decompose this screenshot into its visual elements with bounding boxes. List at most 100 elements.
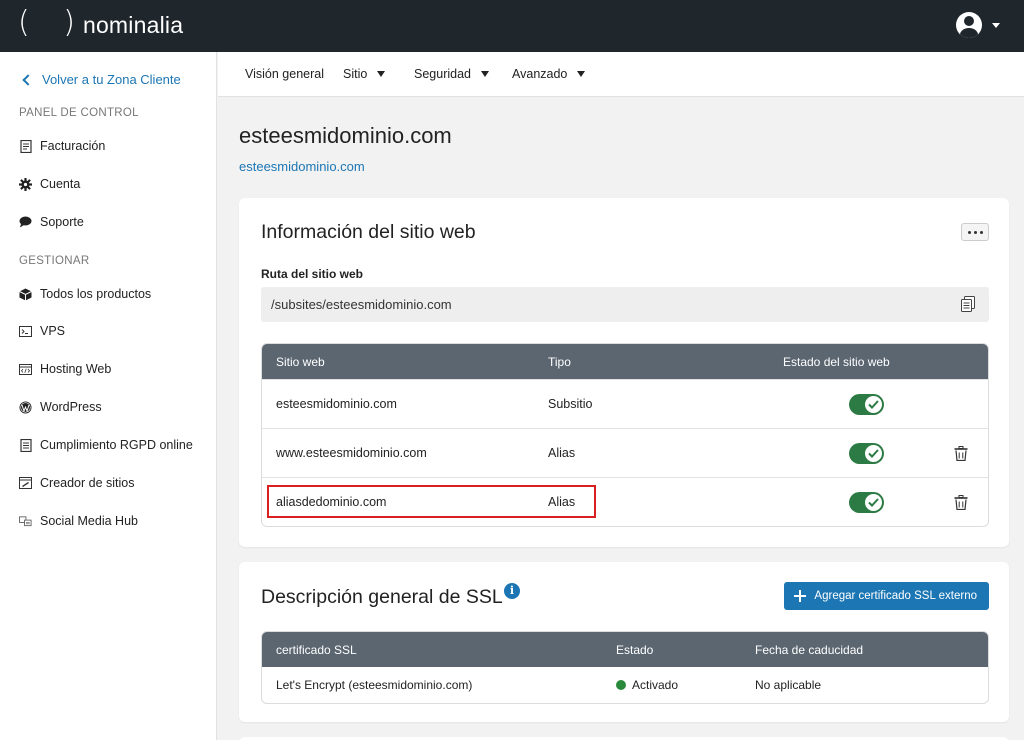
site-name: www.esteesmidominio.com bbox=[276, 446, 427, 460]
ssl-card: Descripción general de SSL i Agregar cer… bbox=[239, 562, 1009, 722]
sidebar-item-label: Soporte bbox=[40, 215, 84, 229]
tab-sitio[interactable]: Sitio bbox=[343, 67, 386, 81]
logo-text: nominalia bbox=[82, 11, 184, 38]
certificate-name: Let's Encrypt (esteesmidominio.com) bbox=[276, 678, 473, 692]
caret-down-icon bbox=[377, 71, 386, 77]
dot-icon bbox=[973, 230, 977, 234]
trash-icon[interactable] bbox=[954, 446, 968, 462]
code-window-icon bbox=[19, 363, 32, 376]
chevron-down-icon bbox=[992, 22, 1000, 28]
add-external-ssl-button[interactable]: Agregar certificado SSL externo bbox=[784, 582, 989, 610]
column-header-site: Sitio web bbox=[276, 355, 325, 369]
site-path-value: /subsites/esteesmidominio.com bbox=[271, 297, 452, 312]
more-options-button[interactable] bbox=[961, 223, 989, 241]
sidebar-item-label: Cumplimiento RGPD online bbox=[40, 438, 193, 452]
sidebar-item-wordpress[interactable]: WordPress bbox=[19, 397, 102, 417]
table-row: www.esteesmidominio.com Alias bbox=[262, 428, 988, 477]
site-type: Subsitio bbox=[548, 397, 593, 411]
wordpress-icon bbox=[19, 401, 32, 414]
column-header-status: Estado bbox=[616, 643, 654, 657]
document-icon bbox=[19, 438, 32, 452]
site-status-toggle[interactable] bbox=[849, 394, 884, 415]
tab-label: Visión general bbox=[245, 67, 324, 81]
sidebar-item-label: WordPress bbox=[40, 400, 102, 414]
user-menu-button[interactable] bbox=[956, 12, 1000, 38]
check-icon bbox=[865, 494, 882, 511]
chevron-left-icon bbox=[22, 73, 34, 86]
sidebar-item-social-media-hub[interactable]: Social Media Hub bbox=[19, 511, 138, 531]
back-to-client-zone-link[interactable]: Volver a tu Zona Cliente bbox=[20, 72, 181, 87]
status-label: Activado bbox=[632, 678, 679, 692]
ssl-title: Descripción general de SSL bbox=[261, 586, 503, 608]
tab-vision-general[interactable]: Visión general bbox=[245, 67, 324, 81]
caret-down-icon bbox=[481, 71, 489, 77]
site-type: Alias bbox=[548, 446, 576, 460]
site-info-title: Información del sitio web bbox=[261, 221, 476, 243]
status-dot-icon bbox=[616, 680, 626, 690]
section-nav-bar: Visión general Sitio Seguridad Avanzado bbox=[218, 52, 1024, 97]
table-header: certificado SSL Estado Fecha de caducida… bbox=[262, 632, 988, 667]
nominalia-logo[interactable]: ( ) nominalia bbox=[18, 8, 183, 42]
sidebar-item-label: Social Media Hub bbox=[40, 514, 138, 528]
tab-label: Seguridad bbox=[414, 67, 471, 81]
certificate-expiry: No aplicable bbox=[755, 678, 822, 692]
section-panel-de-control: PANEL DE CONTROL bbox=[19, 107, 139, 119]
section-gestionar: GESTIONAR bbox=[19, 255, 90, 267]
tab-label: Avanzado bbox=[512, 67, 568, 81]
sidebar-item-label: Cuenta bbox=[40, 177, 81, 191]
sidebar-item-label: Creador de sitios bbox=[40, 476, 135, 490]
sidebar-item-label: Facturación bbox=[40, 139, 106, 153]
column-header-expiry: Fecha de caducidad bbox=[755, 643, 864, 657]
site-path-label: Ruta del sitio web bbox=[261, 267, 364, 281]
site-name: esteesmidominio.com bbox=[276, 397, 397, 411]
column-header-type: Tipo bbox=[548, 355, 571, 369]
back-link-label: Volver a tu Zona Cliente bbox=[42, 72, 181, 87]
plus-icon bbox=[794, 590, 807, 602]
sidebar-item-cumplimiento-rgpd[interactable]: Cumplimiento RGPD online bbox=[19, 435, 193, 455]
site-status-toggle[interactable] bbox=[849, 443, 884, 464]
sites-table: Sitio web Tipo Estado del sitio web este… bbox=[261, 343, 989, 527]
check-icon bbox=[865, 396, 882, 413]
site-builder-icon bbox=[19, 477, 32, 490]
sidebar-item-cuenta[interactable]: Cuenta bbox=[19, 174, 80, 194]
table-row: esteesmidominio.com Subsitio bbox=[262, 379, 988, 428]
tab-avanzado[interactable]: Avanzado bbox=[512, 67, 586, 81]
sidebar: Volver a tu Zona Cliente PANEL DE CONTRO… bbox=[0, 52, 217, 740]
sidebar-item-label: Todos los productos bbox=[40, 287, 152, 301]
page-title: esteesmidominio.com bbox=[239, 123, 452, 148]
table-row: Let's Encrypt (esteesmidominio.com) Acti… bbox=[262, 667, 988, 703]
sidebar-item-label: VPS bbox=[40, 324, 66, 338]
info-icon[interactable]: i bbox=[504, 583, 520, 599]
domain-link[interactable]: esteesmidominio.com bbox=[239, 159, 365, 174]
logo-mark: ( ) bbox=[18, 5, 87, 40]
ssl-table: certificado SSL Estado Fecha de caducida… bbox=[261, 631, 989, 704]
box-icon bbox=[19, 288, 32, 301]
dot-icon bbox=[967, 230, 971, 234]
dot-icon bbox=[979, 230, 983, 234]
sidebar-item-soporte[interactable]: Soporte bbox=[19, 212, 84, 232]
trash-icon[interactable] bbox=[954, 495, 968, 511]
chat-bubble-icon bbox=[19, 216, 32, 229]
gear-icon bbox=[19, 177, 32, 191]
site-status-toggle[interactable] bbox=[849, 492, 884, 513]
invoice-icon bbox=[19, 139, 32, 153]
top-bar: ( ) nominalia bbox=[0, 0, 1024, 52]
certificate-status: Activado bbox=[616, 678, 678, 692]
sidebar-item-todos-los-productos[interactable]: Todos los productos bbox=[19, 284, 151, 304]
sidebar-item-creador-de-sitios[interactable]: Creador de sitios bbox=[19, 473, 135, 493]
social-icon bbox=[19, 515, 32, 528]
copy-icon[interactable] bbox=[961, 296, 975, 312]
terminal-icon bbox=[19, 325, 32, 338]
site-info-card: Información del sitio web Ruta del sitio… bbox=[239, 198, 1009, 547]
check-icon bbox=[865, 445, 882, 462]
caret-down-icon bbox=[577, 71, 586, 77]
sidebar-item-label: Hosting Web bbox=[40, 362, 112, 376]
sidebar-item-vps[interactable]: VPS bbox=[19, 321, 65, 341]
sidebar-item-facturacion[interactable]: Facturación bbox=[19, 136, 105, 156]
site-path-field: /subsites/esteesmidominio.com bbox=[261, 287, 989, 322]
tab-label: Sitio bbox=[343, 67, 368, 81]
table-header: Sitio web Tipo Estado del sitio web bbox=[262, 344, 988, 379]
tab-seguridad[interactable]: Seguridad bbox=[414, 67, 489, 81]
sidebar-item-hosting-web[interactable]: Hosting Web bbox=[19, 359, 111, 379]
add-ssl-label: Agregar certificado SSL externo bbox=[814, 590, 977, 602]
